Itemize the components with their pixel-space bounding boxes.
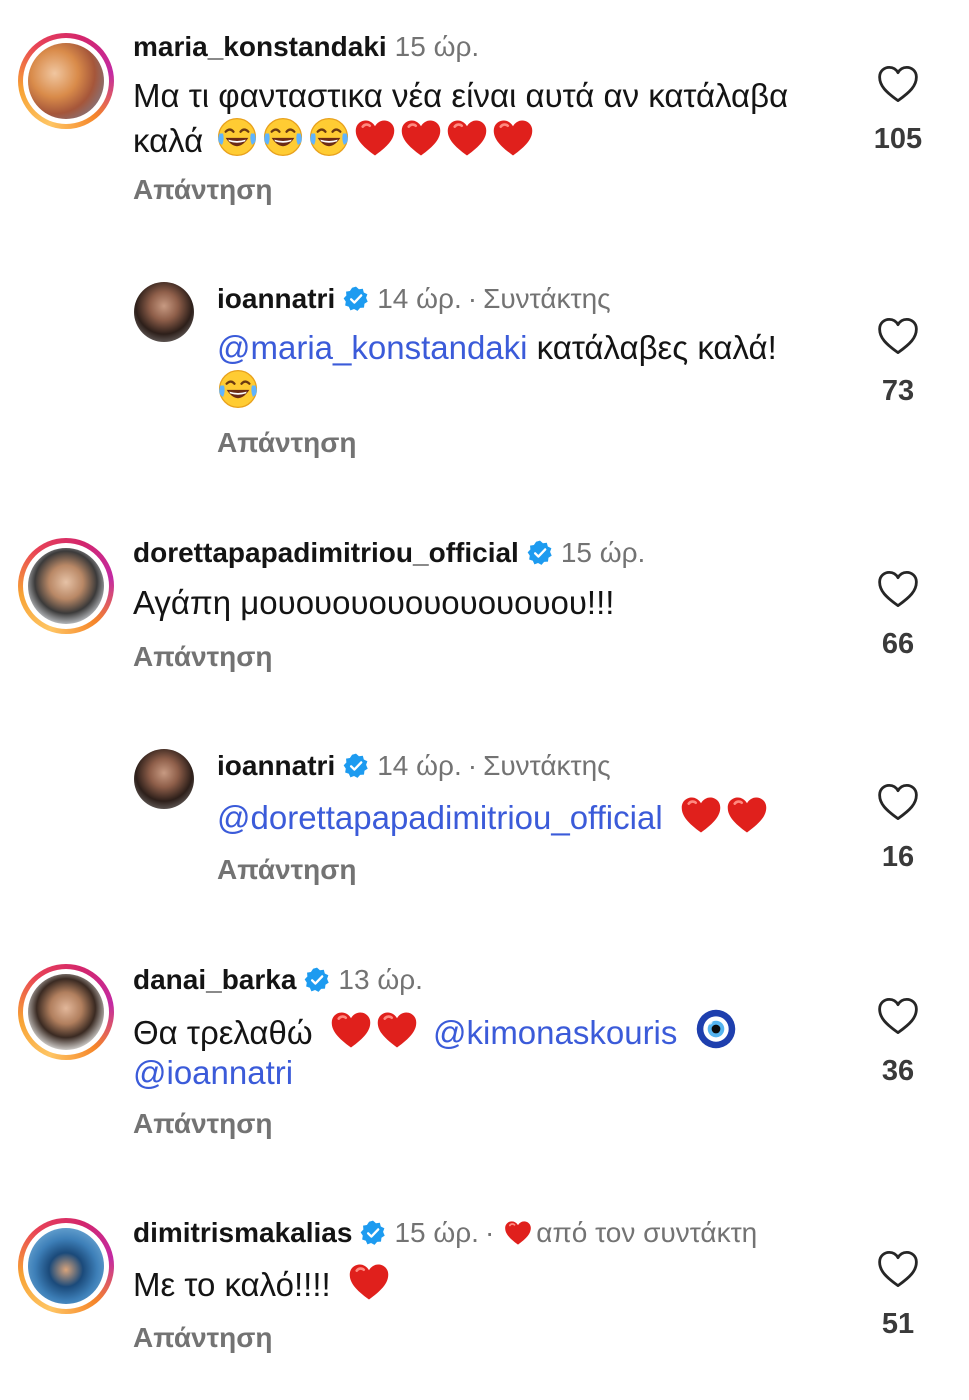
author-badge: Συντάκτης xyxy=(483,750,611,781)
red-heart-icon xyxy=(376,1010,418,1050)
username[interactable]: danai_barka xyxy=(133,964,296,995)
like-count[interactable]: 66 xyxy=(853,628,943,661)
heart-outline-icon[interactable] xyxy=(877,569,919,609)
timestamp: 15 ώρ. xyxy=(560,537,646,568)
verified-badge-icon xyxy=(304,967,330,993)
like-count[interactable]: 105 xyxy=(853,123,943,156)
like-count[interactable]: 73 xyxy=(853,375,943,408)
verified-badge-icon xyxy=(343,286,369,312)
like-control: 16 xyxy=(853,782,943,874)
red-heart-icon xyxy=(354,118,396,158)
like-count[interactable]: 16 xyxy=(853,841,943,874)
mention-link[interactable]: @kimonaskouris xyxy=(433,1014,677,1051)
comment-header: ioannatri 14 ώρ. · Συντάκτης xyxy=(217,282,611,316)
separator: · xyxy=(484,1217,495,1248)
avatar[interactable] xyxy=(18,964,114,1060)
face-with-tears-of-joy-icon xyxy=(217,368,259,410)
mention-link[interactable]: @dorettapapadimitriou_official xyxy=(217,799,663,836)
timestamp: 15 ώρ. xyxy=(394,1217,479,1248)
avatar[interactable] xyxy=(134,749,194,809)
separator: · xyxy=(467,283,478,314)
username[interactable]: ioannatri xyxy=(217,750,335,781)
avatar[interactable] xyxy=(18,33,114,129)
timestamp: 14 ώρ. xyxy=(377,283,462,314)
separator: · xyxy=(467,750,478,781)
timestamp: 13 ώρ. xyxy=(338,964,423,995)
comment-text: Αγάπη μουουουουουουουουου!!! xyxy=(133,584,615,621)
face-with-tears-of-joy-icon xyxy=(262,116,304,158)
verified-badge-icon xyxy=(527,540,553,566)
reply-button[interactable]: Απάντηση xyxy=(217,854,357,886)
comment-text: Μα τι φανταστικα νέα είναι αυτά αν κατάλ… xyxy=(133,77,789,159)
liked-by-author: από τον συντάκτη xyxy=(536,1217,758,1248)
nazar-amulet-icon xyxy=(695,1008,737,1050)
timestamp: 14 ώρ. xyxy=(377,750,462,781)
verified-badge-icon xyxy=(360,1220,386,1246)
like-control: 73 xyxy=(853,316,943,408)
heart-outline-icon[interactable] xyxy=(877,64,919,104)
mention-link[interactable]: @ioannatri xyxy=(133,1054,293,1091)
face-with-tears-of-joy-icon xyxy=(216,116,258,158)
comment-header: maria_konstandaki 15 ώρ. xyxy=(133,30,479,64)
reply-button[interactable]: Απάντηση xyxy=(133,174,273,206)
red-heart-icon xyxy=(400,118,442,158)
verified-badge-icon xyxy=(343,753,369,779)
avatar[interactable] xyxy=(18,1218,114,1314)
comment-text: Με το καλό!!!! xyxy=(133,1262,833,1305)
heart-outline-icon[interactable] xyxy=(877,996,919,1036)
username[interactable]: ioannatri xyxy=(217,283,335,314)
reply-button[interactable]: Απάντηση xyxy=(133,1322,273,1354)
heart-outline-icon[interactable] xyxy=(877,782,919,822)
red-heart-icon xyxy=(348,1262,390,1302)
mention-link[interactable]: @maria_konstandaki xyxy=(217,329,528,366)
red-heart-icon xyxy=(680,795,722,835)
like-count[interactable]: 51 xyxy=(853,1308,943,1341)
avatar[interactable] xyxy=(18,538,114,634)
like-control: 105 xyxy=(853,64,943,156)
comment-header: dimitrismakalias 15 ώρ. · από τον συντάκτη xyxy=(133,1216,757,1250)
comment-text: Θα τρελαθώ @kimonaskouris @ioannatri xyxy=(133,1008,833,1093)
comment-header: ioannatri 14 ώρ. · Συντάκτης xyxy=(217,749,611,783)
comment-text: @maria_konstandaki κατάλαβες καλά! xyxy=(217,328,857,413)
red-heart-icon xyxy=(330,1010,372,1050)
comment-header: danai_barka 13 ώρ. xyxy=(133,963,423,997)
comment-text: @dorettapapadimitriou_official xyxy=(217,795,857,838)
comment-header: dorettapapadimitriou_official 15 ώρ. xyxy=(133,536,645,570)
username[interactable]: dorettapapadimitriou_official xyxy=(133,537,519,568)
username[interactable]: maria_konstandaki xyxy=(133,31,387,62)
red-heart-icon xyxy=(446,118,488,158)
avatar[interactable] xyxy=(134,282,194,342)
like-count[interactable]: 36 xyxy=(853,1055,943,1088)
reply-button[interactable]: Απάντηση xyxy=(133,1108,273,1140)
like-control: 36 xyxy=(853,996,943,1088)
face-with-tears-of-joy-icon xyxy=(308,116,350,158)
red-heart-icon xyxy=(726,795,768,835)
reply-button[interactable]: Απάντηση xyxy=(133,641,273,673)
username[interactable]: dimitrismakalias xyxy=(133,1217,352,1248)
like-control: 66 xyxy=(853,569,943,661)
red-heart-icon xyxy=(504,1220,532,1246)
author-badge: Συντάκτης xyxy=(483,283,611,314)
timestamp: 15 ώρ. xyxy=(394,31,480,62)
like-control: 51 xyxy=(853,1249,943,1341)
heart-outline-icon[interactable] xyxy=(877,316,919,356)
red-heart-icon xyxy=(492,118,534,158)
reply-button[interactable]: Απάντηση xyxy=(217,427,357,459)
heart-outline-icon[interactable] xyxy=(877,1249,919,1289)
